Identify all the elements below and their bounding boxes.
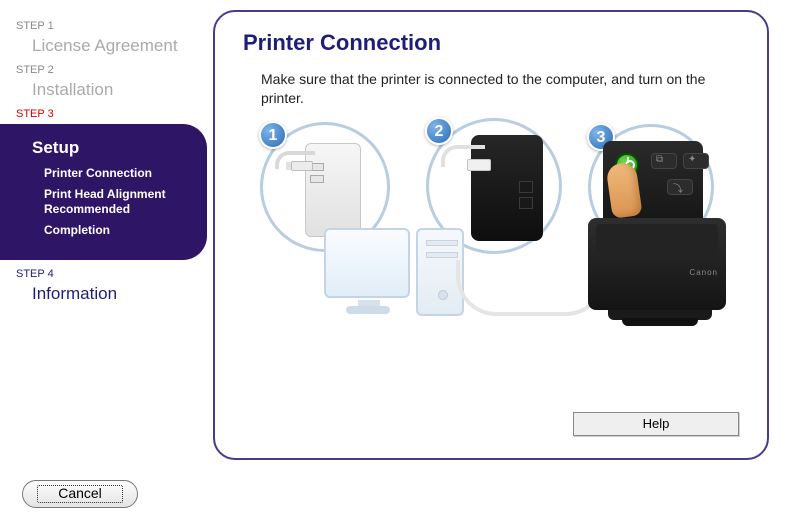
step3-title: Setup xyxy=(32,138,197,158)
cancel-button-label: Cancel xyxy=(58,485,102,501)
substep-completion: Completion xyxy=(44,223,197,238)
step1-label: STEP 1 xyxy=(0,20,207,32)
badge-1: 1 xyxy=(259,121,287,149)
sidebar: STEP 1 License Agreement STEP 2 Installa… xyxy=(0,0,207,468)
monitor-icon xyxy=(324,228,410,298)
step3-panel: Setup Printer Connection Print Head Alig… xyxy=(0,124,207,260)
footer: Cancel xyxy=(0,472,787,528)
step4-title: Information xyxy=(0,284,207,304)
wizard-container: STEP 1 License Agreement STEP 2 Installa… xyxy=(0,0,787,468)
cancel-button[interactable]: Cancel xyxy=(22,480,138,508)
usb-cable-icon xyxy=(456,260,606,316)
step2-label: STEP 2 xyxy=(0,64,207,76)
main-area: Printer Connection Make sure that the pr… xyxy=(207,0,787,468)
substep-printer-connection: Printer Connection xyxy=(44,166,197,181)
substep-print-head-alignment: Print Head Alignment Recommended xyxy=(44,187,197,217)
step2-title: Installation xyxy=(0,80,207,100)
step4-label: STEP 4 xyxy=(0,268,207,280)
page-title: Printer Connection xyxy=(243,30,739,56)
illustration: 1 2 3 ⧉✦⤵ xyxy=(256,122,726,322)
step1-title: License Agreement xyxy=(0,36,207,56)
step3-label: STEP 3 xyxy=(0,108,207,120)
help-button[interactable]: Help xyxy=(573,412,739,436)
instruction-text: Make sure that the printer is connected … xyxy=(261,70,739,108)
content-card: Printer Connection Make sure that the pr… xyxy=(213,10,769,460)
printer-icon: Canon xyxy=(588,218,726,310)
badge-2: 2 xyxy=(425,117,453,145)
